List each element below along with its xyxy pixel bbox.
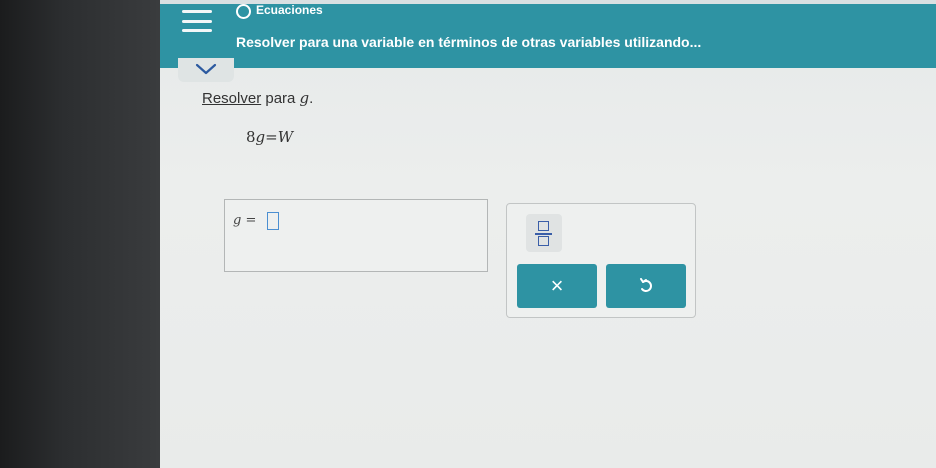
fraction-bar [535, 233, 552, 235]
resolver-link[interactable]: Resolver [202, 90, 261, 107]
equation-right-side: W [277, 128, 294, 146]
answer-input[interactable] [267, 212, 279, 230]
answer-variable: g [233, 213, 242, 228]
fraction-denominator-box [538, 236, 549, 246]
instruction-connector: para [261, 90, 300, 107]
undo-button[interactable] [606, 264, 686, 308]
undo-icon [640, 278, 652, 292]
math-tools-panel: × [506, 203, 696, 318]
equation-coefficient: 8 [246, 128, 256, 146]
collapse-header-button[interactable] [178, 58, 234, 82]
section-title: Ecuaciones [256, 3, 323, 17]
screen-bezel [0, 0, 160, 468]
given-equation: 8g=W [246, 128, 293, 146]
clear-button[interactable]: × [517, 264, 597, 308]
instruction-variable: g [299, 89, 310, 107]
fraction-button[interactable] [526, 214, 562, 252]
chevron-down-icon [195, 63, 217, 75]
equation-equals: = [265, 128, 278, 146]
menu-icon[interactable] [182, 10, 212, 32]
problem-title: Resolver para una variable en términos d… [236, 34, 702, 50]
fraction-icon [538, 221, 549, 231]
status-circle-icon [236, 4, 251, 19]
answer-area: g = [224, 199, 488, 272]
equation-variable: g [255, 128, 266, 146]
instruction-text: Resolver para g. [202, 89, 313, 107]
instruction-period: . [309, 90, 314, 107]
answer-label: g = [233, 213, 256, 228]
answer-equals: = [245, 213, 257, 228]
